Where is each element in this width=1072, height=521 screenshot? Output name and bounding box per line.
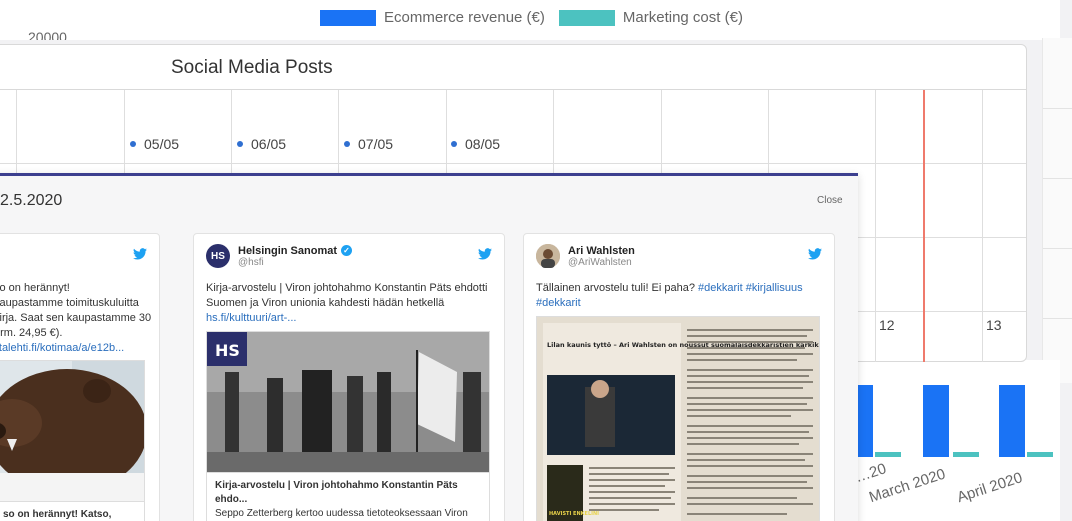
- legend-item-marketing[interactable]: Marketing cost (€): [558, 9, 743, 26]
- post-link[interactable]: hs.fi/kulttuuri/art-...: [206, 311, 496, 326]
- bar-revenue-apr[interactable]: [999, 385, 1025, 457]
- hs-logo: HS: [215, 341, 240, 360]
- historic-photo-icon: HS: [207, 332, 489, 472]
- post-text: so on herännyt! kaupastamme toimituskulu…: [0, 281, 154, 356]
- post-header: HS Helsingin Sanomat ✓ @hsfi: [206, 244, 353, 268]
- post-link-caption[interactable]: so on herännyt! Katso, kuinka...: [0, 502, 145, 521]
- twitter-bird-icon: [133, 248, 147, 260]
- event-date: 08/05: [465, 136, 501, 152]
- chart-gridline-rail: [1042, 38, 1072, 383]
- post-header: Ari Wahlsten @AriWahlsten: [536, 244, 635, 268]
- post-card-hs[interactable]: HS Helsingin Sanomat ✓ @hsfi Kirja-arvost…: [193, 233, 505, 521]
- calendar-event-0805[interactable]: 08/05: [451, 136, 500, 152]
- avatar[interactable]: [536, 244, 560, 268]
- account-handle[interactable]: @hsfi: [238, 257, 352, 268]
- post-hashtags[interactable]: #dekkarit #kirjallisuus: [698, 282, 803, 294]
- bear-photo-icon: [0, 361, 144, 501]
- book-title: HAVISTI ENKELINI: [549, 511, 599, 517]
- calendar-day-12[interactable]: 12: [879, 317, 895, 333]
- revenue-chart-top: Ecommerce revenue (€) Marketing cost (€)…: [0, 0, 1060, 40]
- event-date: 05/05: [144, 136, 180, 152]
- post-image-newspaper-clipping[interactable]: Lilan kaunis tyttö – Ari Wahlsten on nou…: [536, 316, 820, 521]
- legend-swatch-revenue: [320, 9, 376, 26]
- twitter-bird-icon: [478, 248, 492, 260]
- calendar-day-13[interactable]: 13: [986, 317, 1002, 333]
- x-tick-feb: …20: [853, 460, 889, 487]
- event-date: 07/05: [358, 136, 394, 152]
- chart-legend: Ecommerce revenue (€) Marketing cost (€): [320, 9, 749, 26]
- event-date: 06/05: [251, 136, 287, 152]
- post-text: Kirja-arvostelu | Viron johtohahmo Konst…: [206, 281, 496, 326]
- post-image-bear[interactable]: [0, 360, 145, 502]
- legend-swatch-marketing: [558, 9, 615, 26]
- post-image-historic-photo[interactable]: HS: [206, 331, 490, 473]
- post-link-caption[interactable]: Kirja-arvostelu | Viron johtohahmo Konst…: [206, 473, 490, 521]
- account-name[interactable]: Ari Wahlsten: [568, 245, 635, 257]
- bar-marketing-feb[interactable]: [875, 452, 901, 457]
- bar-revenue-mar[interactable]: [923, 385, 949, 457]
- hs-avatar[interactable]: HS: [206, 244, 230, 268]
- legend-label-marketing: Marketing cost (€): [622, 9, 743, 26]
- posts-modal: 2.5.2020 Close so on herännyt! kaupastam…: [0, 173, 858, 521]
- legend-item-revenue[interactable]: Ecommerce revenue (€): [320, 9, 545, 26]
- account-name[interactable]: Helsingin Sanomat: [238, 245, 337, 257]
- account-handle[interactable]: @AriWahlsten: [568, 257, 635, 268]
- post-hashtag[interactable]: #dekkarit: [536, 296, 826, 311]
- post-link[interactable]: iltalehti.fi/kotimaa/a/e12b...: [0, 341, 154, 356]
- post-card-ari-wahlsten[interactable]: Ari Wahlsten @AriWahlsten Tällainen arvo…: [523, 233, 835, 521]
- post-text: Tällainen arvostelu tuli! Ei paha? #dekk…: [536, 281, 826, 311]
- calendar-event-0705[interactable]: 07/05: [344, 136, 393, 152]
- dashboard-viewport: { "chart_data": { "type": "bar", "legend…: [0, 0, 1072, 521]
- newspaper-clipping-icon: Lilan kaunis tyttö – Ari Wahlsten on nou…: [537, 317, 819, 521]
- verified-badge-icon: ✓: [341, 245, 353, 256]
- calendar-event-0505[interactable]: 05/05: [130, 136, 179, 152]
- calendar-event-0605[interactable]: 06/05: [237, 136, 286, 152]
- close-button[interactable]: Close: [817, 195, 843, 206]
- bar-marketing-apr[interactable]: [1027, 452, 1053, 457]
- person-avatar-icon: [536, 244, 560, 268]
- y-axis-tick-top: 20000: [28, 30, 67, 40]
- today-marker: [923, 90, 925, 362]
- calendar-title: Social Media Posts: [171, 57, 333, 78]
- revenue-chart-bars: …20 March 2020 April 2020: [853, 360, 1060, 521]
- post-card-iltalehti[interactable]: so on herännyt! kaupastamme toimituskulu…: [0, 233, 160, 521]
- twitter-bird-icon: [808, 248, 822, 260]
- x-tick-apr: April 2020: [955, 469, 1025, 507]
- bar-marketing-mar[interactable]: [953, 452, 979, 457]
- legend-label-revenue: Ecommerce revenue (€): [384, 9, 545, 26]
- modal-date-title: 2.5.2020: [0, 192, 63, 209]
